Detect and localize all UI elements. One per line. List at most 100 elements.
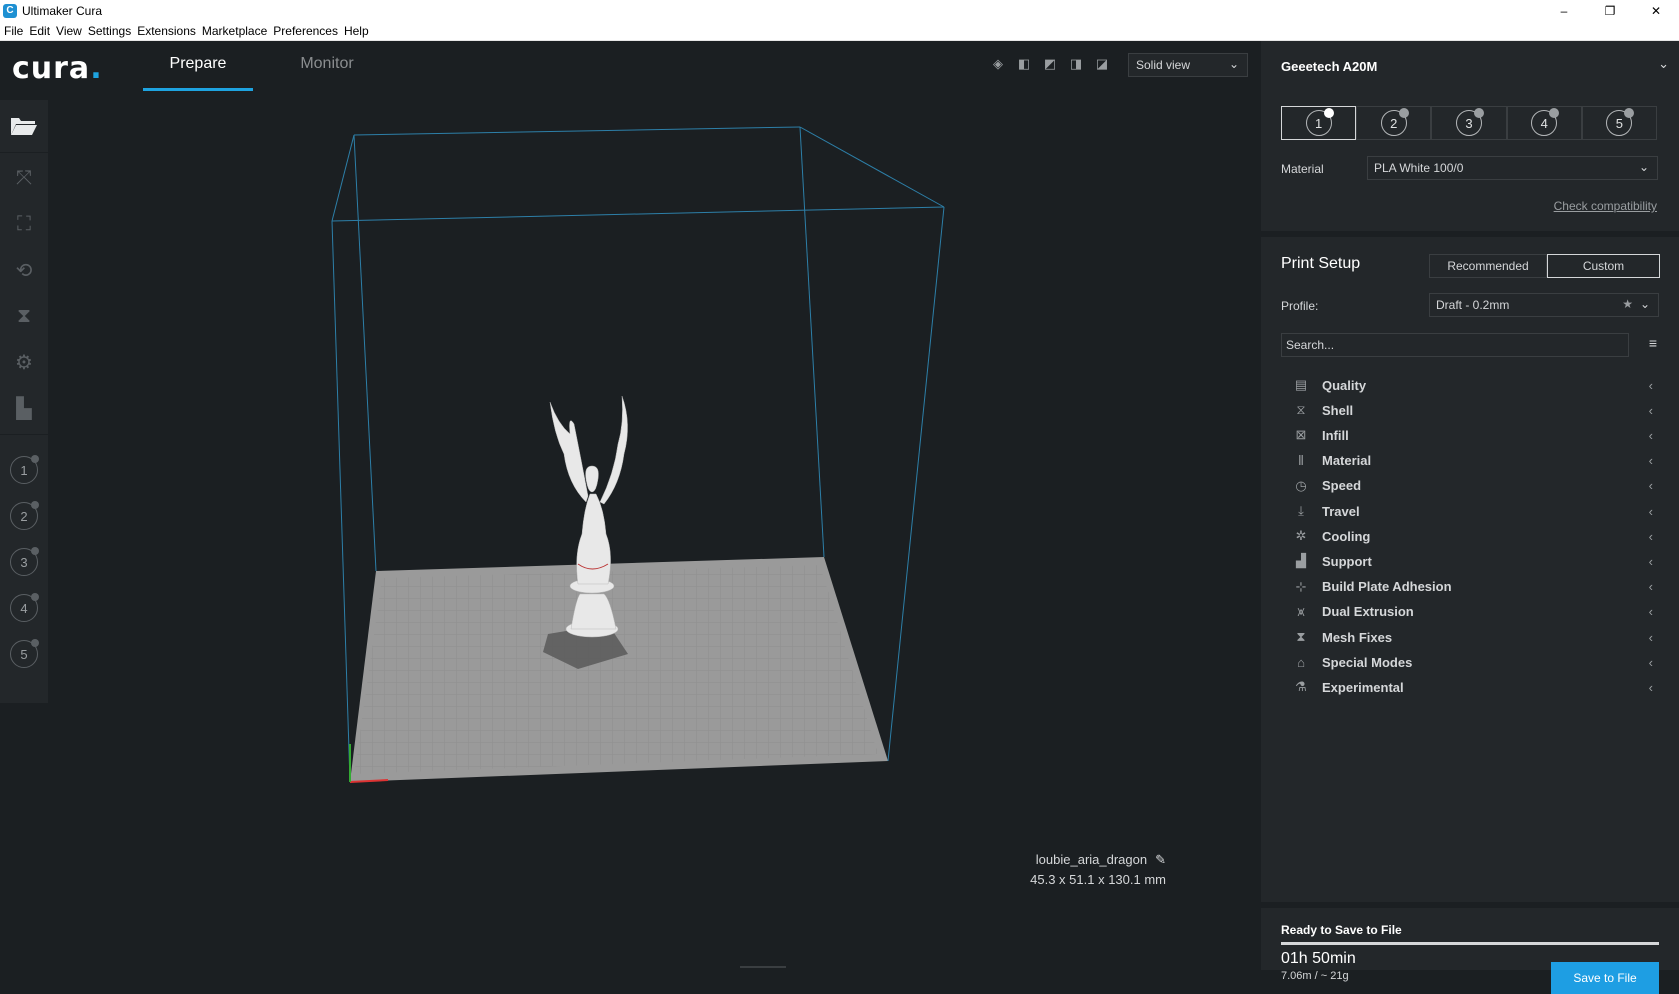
view-3d-icon[interactable]: ◈	[990, 56, 1006, 72]
settings-category-label: Special Modes	[1322, 654, 1413, 670]
close-button[interactable]: ✕	[1633, 0, 1679, 21]
extruder-dot-icon	[1398, 108, 1409, 118]
extruder-number: 1	[1314, 115, 1323, 131]
logo-dot: .	[90, 51, 103, 86]
settings-category-quality[interactable]: ▤ Quality ‹	[1293, 374, 1653, 396]
settings-category-label: Dual Extrusion	[1322, 604, 1414, 620]
menu-view[interactable]: View	[56, 24, 82, 38]
settings-category-label: Shell	[1322, 402, 1354, 418]
settings-category-shell[interactable]: ⧖ Shell ‹	[1293, 399, 1653, 421]
extruder-tab-5[interactable]: 5	[1581, 106, 1658, 140]
menu-bar: File Edit View Settings Extensions Marke…	[0, 21, 1679, 41]
print-time[interactable]: 01h 50min	[1281, 950, 1356, 968]
settings-search-input[interactable]	[1281, 333, 1629, 357]
view-mode-select[interactable]: Solid view ⌄	[1128, 53, 1248, 77]
support-icon: ▟	[1296, 553, 1306, 569]
per-model-settings-icon[interactable]: ⚙	[8, 346, 40, 378]
chevron-left-icon: ‹	[1648, 654, 1653, 670]
view-top-icon[interactable]: ◩	[1042, 56, 1058, 72]
recommended-mode-button[interactable]: Recommended	[1429, 254, 1547, 278]
view-front-icon[interactable]: ◧	[1016, 56, 1032, 72]
extruder-number: 4	[1540, 115, 1548, 131]
extruder-2-button[interactable]: 2	[10, 501, 39, 530]
minimize-button[interactable]: –	[1541, 0, 1587, 21]
settings-category-support[interactable]: ▟ Support ‹	[1293, 550, 1653, 572]
settings-visibility-menu-icon[interactable]: ≡	[1649, 335, 1657, 351]
extruder-dot-icon	[1624, 108, 1635, 118]
extruder-number: 3	[20, 554, 28, 570]
model-dimensions: 45.3 x 51.1 x 130.1 mm	[1030, 872, 1166, 887]
extruder-number: 5	[20, 646, 28, 662]
view-left-icon[interactable]: ◨	[1068, 56, 1084, 72]
material-select[interactable]: PLA White 100/0 ⌄	[1367, 156, 1658, 180]
extruder-1-button[interactable]: 1	[10, 455, 39, 484]
menu-settings[interactable]: Settings	[88, 24, 131, 38]
extruder-tab-3[interactable]: 3	[1431, 106, 1507, 140]
menu-extensions[interactable]: Extensions	[137, 24, 196, 38]
extruder-3-button[interactable]: 3	[10, 547, 39, 576]
special-modes-icon: ⌂	[1297, 654, 1305, 670]
settings-category-speed[interactable]: ◷ Speed ‹	[1293, 475, 1653, 497]
chevron-left-icon: ‹	[1648, 478, 1653, 494]
support-blocker-icon[interactable]: ▙	[8, 392, 40, 424]
view-mode-value: Solid view	[1136, 58, 1191, 72]
star-icon[interactable]: ★	[1622, 297, 1633, 311]
extruder-tab-4[interactable]: 4	[1506, 106, 1582, 140]
menu-marketplace[interactable]: Marketplace	[202, 24, 267, 38]
extruder-number: 3	[1465, 115, 1473, 131]
profile-select[interactable]: Draft - 0.2mm ★ ⌄	[1429, 293, 1659, 317]
extruder-tab-2[interactable]: 2	[1356, 106, 1432, 140]
menu-help[interactable]: Help	[344, 24, 369, 38]
settings-category-infill[interactable]: ⊠ Infill ‹	[1293, 424, 1653, 446]
settings-category-experimental[interactable]: ⚗ Experimental ‹	[1293, 676, 1653, 698]
menu-edit[interactable]: Edit	[29, 24, 50, 38]
scale-tool-icon[interactable]: ⛶	[8, 208, 40, 240]
chevron-left-icon: ‹	[1648, 679, 1653, 695]
material-value: PLA White 100/0	[1374, 161, 1464, 175]
tab-monitor[interactable]: Monitor	[272, 55, 382, 91]
restore-button[interactable]: ❐	[1587, 0, 1633, 21]
material-label: Material	[1281, 162, 1324, 176]
extruder-5-button[interactable]: 5	[10, 639, 39, 668]
folder-icon	[11, 118, 37, 135]
settings-category-special-modes[interactable]: ⌂ Special Modes ‹	[1293, 651, 1653, 673]
extruder-tab-1[interactable]: 1	[1281, 106, 1357, 140]
chevron-down-icon: ⌄	[1228, 57, 1239, 71]
model-name: loubie_aria_dragon	[1035, 852, 1148, 867]
chevron-down-icon[interactable]: ⌄	[1658, 56, 1669, 72]
chevron-left-icon: ‹	[1648, 629, 1653, 645]
mirror-tool-icon[interactable]: ⧗	[8, 300, 40, 332]
extruder-dot-icon	[1323, 108, 1334, 118]
settings-category-material[interactable]: ⦀ Material ‹	[1293, 450, 1653, 472]
dual-extrusion-icon: ⩙	[1297, 603, 1305, 619]
settings-category-label: Quality	[1322, 377, 1367, 393]
model-name-row: loubie_aria_dragon ✎	[1030, 852, 1166, 872]
view-right-icon[interactable]: ◪	[1094, 56, 1110, 72]
rotate-tool-icon[interactable]: ⟲	[8, 254, 40, 286]
extruder-4-button[interactable]: 4	[10, 593, 39, 622]
build-plate-grid	[354, 565, 878, 774]
move-tool-icon[interactable]: ⤧	[8, 162, 40, 194]
printer-name[interactable]: Geeetech A20M	[1281, 59, 1377, 74]
check-compatibility-link[interactable]: Check compatibility	[1554, 199, 1657, 213]
settings-category-cooling[interactable]: ✲ Cooling ‹	[1293, 525, 1653, 547]
menu-preferences[interactable]: Preferences	[273, 24, 338, 38]
quality-icon: ▤	[1294, 377, 1308, 392]
chevron-left-icon: ‹	[1648, 402, 1653, 418]
3d-viewport[interactable]	[48, 94, 1260, 970]
settings-category-build-plate-adhesion[interactable]: ⊹ Build Plate Adhesion ‹	[1293, 576, 1653, 598]
save-to-file-button[interactable]: Save to File	[1551, 962, 1659, 994]
settings-category-travel[interactable]: ⤓ Travel ‹	[1293, 500, 1653, 522]
build-volume-scene	[331, 126, 945, 783]
menu-file[interactable]: File	[4, 24, 23, 38]
chevron-left-icon: ‹	[1648, 503, 1653, 519]
edit-pencil-icon[interactable]: ✎	[1155, 852, 1166, 867]
custom-mode-button[interactable]: Custom	[1547, 254, 1660, 278]
open-file-icon[interactable]	[8, 110, 40, 142]
settings-category-mesh-fixes[interactable]: ⧗ Mesh Fixes ‹	[1293, 626, 1653, 648]
app-header: cura. Prepare Monitor ◈ ◧ ◩ ◨ ◪ Solid vi…	[0, 41, 1260, 94]
tab-prepare[interactable]: Prepare	[143, 55, 253, 91]
model-info: loubie_aria_dragon ✎ 45.3 x 51.1 x 130.1 …	[1030, 852, 1166, 887]
settings-category-dual-extrusion[interactable]: ⩙ Dual Extrusion ‹	[1293, 601, 1653, 623]
print-setup-panel: Print Setup Recommended Custom Profile: …	[1261, 237, 1679, 902]
